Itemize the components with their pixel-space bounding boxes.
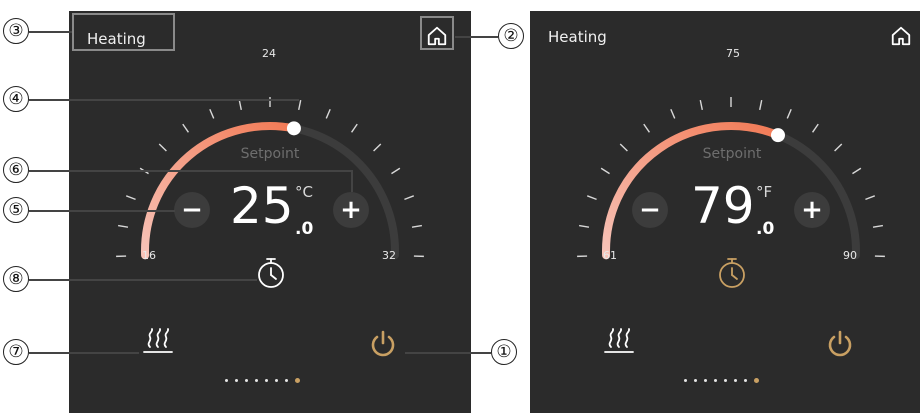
dial-tick xyxy=(811,123,819,133)
page-dot[interactable] xyxy=(714,379,717,382)
callout-lead xyxy=(405,352,491,354)
callout-frame-home xyxy=(420,16,454,50)
page-dot[interactable] xyxy=(694,379,697,382)
dial-knob[interactable] xyxy=(770,128,785,143)
dial-tick xyxy=(759,99,763,111)
dial-tick xyxy=(600,167,610,175)
dial-tick xyxy=(298,99,302,111)
dial-tick xyxy=(578,224,590,228)
page-dot[interactable] xyxy=(275,379,278,382)
setpoint-label: Setpoint xyxy=(702,146,762,162)
page-dot[interactable] xyxy=(245,379,248,382)
dial-tick xyxy=(670,108,676,119)
scale-max-label: 32 xyxy=(382,249,396,262)
dial-tick xyxy=(872,224,884,228)
dial-tick xyxy=(125,195,136,201)
page-dot[interactable] xyxy=(225,379,228,382)
dial-tick xyxy=(852,167,862,175)
callout-8: ⑧ xyxy=(3,266,29,292)
callout-lead xyxy=(29,170,352,172)
dial-tick xyxy=(411,224,423,228)
temperature-value: 25 xyxy=(230,177,294,235)
dial-tick xyxy=(373,143,382,152)
dial-tick xyxy=(786,108,792,119)
timer-icon[interactable] xyxy=(716,256,748,290)
callout-3: ③ xyxy=(3,18,29,44)
thermostat-panel-fahrenheit: Heating 75 Setpoint − + 79 °F .0 61 90 xyxy=(530,11,920,413)
page-dot[interactable] xyxy=(734,379,737,382)
dial-tick xyxy=(117,224,129,228)
scale-min-label: 61 xyxy=(603,249,617,262)
callout-6: ⑥ xyxy=(3,157,29,183)
temperature-decimal: .0 xyxy=(756,219,775,239)
temperature-decimal: .0 xyxy=(295,219,314,239)
setpoint-label: Setpoint xyxy=(240,146,300,162)
page-dot[interactable] xyxy=(684,379,687,382)
page-dot[interactable] xyxy=(704,379,707,382)
dial-tick xyxy=(643,123,651,133)
dial-tick xyxy=(834,143,843,152)
temperature-unit: °F xyxy=(756,183,773,201)
scale-max-label: 90 xyxy=(843,249,857,262)
page-dot-active[interactable] xyxy=(754,378,759,383)
callout-7: ⑦ xyxy=(3,339,29,365)
callout-lead xyxy=(351,170,353,192)
page-indicator[interactable] xyxy=(225,377,315,385)
increase-button[interactable]: + xyxy=(333,192,369,228)
dial-knob[interactable] xyxy=(286,121,301,136)
callout-2: ② xyxy=(498,23,524,49)
power-icon[interactable] xyxy=(826,329,854,359)
callout-5: ⑤ xyxy=(3,197,29,223)
dial-tick xyxy=(865,195,876,201)
callout-lead xyxy=(455,36,498,38)
timer-icon[interactable] xyxy=(255,256,287,290)
dial-tick xyxy=(209,108,215,119)
dial-tick xyxy=(325,108,331,119)
decrease-button[interactable]: − xyxy=(174,192,210,228)
callout-lead xyxy=(29,99,299,101)
callout-4: ④ xyxy=(3,86,29,112)
callout-lead xyxy=(29,279,257,281)
page-dot[interactable] xyxy=(744,379,747,382)
page-dot-active[interactable] xyxy=(295,378,300,383)
decrease-button[interactable]: − xyxy=(632,192,668,228)
scale-mid-label: 24 xyxy=(262,47,276,60)
page-dot[interactable] xyxy=(265,379,268,382)
dial-tick xyxy=(699,99,703,111)
heating-mode-icon[interactable] xyxy=(141,327,175,357)
dial-tick xyxy=(238,99,242,111)
temperature-value: 79 xyxy=(691,177,755,235)
dial-tick xyxy=(586,195,597,201)
dial-tick xyxy=(391,167,401,175)
dial-tick xyxy=(404,195,415,201)
dial-tick xyxy=(350,123,358,133)
scale-min-label: 16 xyxy=(142,249,156,262)
scale-mid-label: 75 xyxy=(726,47,740,60)
increase-button[interactable]: + xyxy=(794,192,830,228)
page-indicator[interactable] xyxy=(684,377,774,385)
page-dot[interactable] xyxy=(255,379,258,382)
dial-tick xyxy=(619,143,628,152)
dial-tick xyxy=(182,123,190,133)
page-dot[interactable] xyxy=(285,379,288,382)
callout-lead xyxy=(29,210,175,212)
temperature-unit: °C xyxy=(295,183,313,201)
callout-frame-mode xyxy=(72,13,175,51)
page-dot[interactable] xyxy=(235,379,238,382)
power-icon[interactable] xyxy=(369,329,397,359)
callout-lead xyxy=(29,352,139,354)
page-dot[interactable] xyxy=(724,379,727,382)
callout-lead xyxy=(29,31,72,33)
dial-tick xyxy=(158,143,167,152)
callout-1: ① xyxy=(491,339,517,365)
heating-mode-icon[interactable] xyxy=(602,327,636,357)
